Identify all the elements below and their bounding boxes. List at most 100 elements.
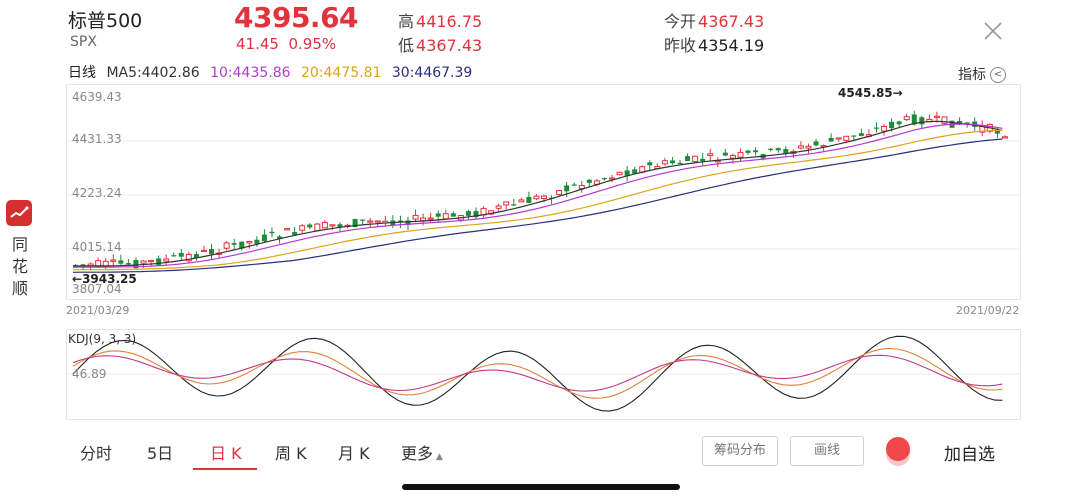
candle-body <box>163 258 170 262</box>
high-annotation-value: 4545.85 <box>838 86 893 100</box>
candle-body <box>307 224 313 228</box>
candle-body <box>374 220 381 223</box>
active-tab-indicator <box>193 468 257 470</box>
tab-more-label: 更多 <box>401 444 434 463</box>
candle-body <box>601 178 607 180</box>
candle-body <box>321 221 328 229</box>
candle-body <box>427 217 434 220</box>
caret-up-icon: ▲ <box>436 452 443 462</box>
price-change: 41.45 0.95% <box>236 35 336 53</box>
draw-line-button[interactable]: 画线 <box>790 436 864 466</box>
low-label: 低 <box>398 36 415 55</box>
end-date: 2021/09/22 <box>956 304 1020 317</box>
indicator-label: 指标 <box>958 67 986 83</box>
app-logo-icon <box>6 200 32 226</box>
open-label: 今开 <box>664 12 697 31</box>
prev-close-value: 4354.19 <box>698 36 765 55</box>
candle-body <box>669 160 675 164</box>
candle-body <box>511 204 517 206</box>
stock-name: 标普500 <box>68 10 143 32</box>
kdj-d-line <box>72 354 1003 392</box>
candle-body <box>360 219 366 221</box>
low-value: 4367.43 <box>416 36 483 55</box>
kdj-svg <box>67 335 1020 412</box>
candlestick-svg <box>67 110 1020 273</box>
candle-body <box>881 125 888 132</box>
candle-body <box>541 195 547 199</box>
change-percent: 0.95% <box>288 35 337 53</box>
candle-body <box>284 228 291 231</box>
high-annotation: 4545.85→ <box>838 86 903 100</box>
ma20-value: 20:4475.81 <box>300 65 382 81</box>
candle-body <box>835 137 842 140</box>
tab-daily-k[interactable]: 日 K <box>210 440 242 464</box>
candle-body <box>1001 136 1008 139</box>
price-axis-label: 4223.24 <box>72 186 122 200</box>
candle-body <box>858 133 864 136</box>
ma10-value: 10:4435.86 <box>210 65 291 81</box>
candle-body <box>465 211 471 216</box>
home-indicator <box>402 484 680 490</box>
candle-body <box>246 240 253 244</box>
ma5-value: MA5:4402.86 <box>106 65 200 81</box>
candle-body <box>609 177 616 180</box>
candle-body <box>314 223 321 232</box>
candle-body <box>768 148 774 151</box>
tab-intraday[interactable]: 分时 <box>80 440 112 464</box>
candle-body <box>110 259 117 262</box>
candle-body <box>873 127 879 129</box>
candle-body <box>745 150 751 153</box>
candle-body <box>828 137 834 142</box>
candle-body <box>533 195 540 200</box>
candle-body <box>140 260 147 264</box>
chip-distribution-button[interactable]: 筹码分布 <box>702 436 778 466</box>
candle-body <box>805 145 812 149</box>
candle-body <box>685 156 691 161</box>
candle-body <box>442 213 449 220</box>
candle-body <box>171 255 177 257</box>
candle-body <box>707 153 714 156</box>
kdj-chart[interactable] <box>66 329 1021 420</box>
candle-body <box>435 213 441 217</box>
candle-body <box>526 196 532 203</box>
start-date: 2021/03/29 <box>66 304 130 317</box>
candle-body <box>261 234 267 242</box>
open-value: 4367.43 <box>698 12 765 31</box>
candlestick-chart[interactable] <box>66 84 1021 300</box>
ma30-value: 30:4467.39 <box>391 65 473 81</box>
candle-body <box>200 249 207 253</box>
candle-body <box>933 115 940 118</box>
tab-monthly-k[interactable]: 月 K <box>338 440 370 464</box>
candle-body <box>178 253 184 257</box>
low-annotation-value: 3943.25 <box>82 272 137 286</box>
price-axis-label: 4431.33 <box>72 132 122 146</box>
tab-weekly-k[interactable]: 周 K <box>275 440 307 464</box>
candle-body <box>118 260 124 264</box>
close-icon[interactable] <box>982 20 1004 42</box>
add-watchlist-button[interactable]: 加自选 <box>944 440 995 465</box>
price-axis-label: 4015.14 <box>72 240 122 254</box>
candle-body <box>209 249 215 254</box>
app-name: 同花顺 <box>12 235 29 298</box>
high-label: 高 <box>398 12 415 31</box>
candle-body <box>647 162 653 166</box>
candle-body <box>223 242 230 249</box>
daily-line-label: 日线 <box>68 65 96 81</box>
candle-body <box>775 148 781 151</box>
candle-body <box>503 201 510 206</box>
tab-5day[interactable]: 5日 <box>147 440 173 464</box>
indicator-button[interactable]: 指标 < <box>958 64 1006 84</box>
candle-body <box>564 185 570 192</box>
current-price: 4395.64 <box>234 1 359 34</box>
low-annotation: ←3943.25 <box>72 272 137 286</box>
candle-body <box>797 145 804 149</box>
candle-body <box>495 205 502 209</box>
candle-body <box>722 152 728 156</box>
tab-more[interactable]: 更多 ▲ <box>401 440 443 464</box>
candle-body <box>450 213 456 217</box>
record-dot-icon[interactable] <box>886 437 910 461</box>
candle-body <box>692 155 699 162</box>
high-value: 4416.75 <box>416 12 483 31</box>
high-stat: 高 4416.75 <box>398 8 482 32</box>
candle-body <box>700 158 706 162</box>
